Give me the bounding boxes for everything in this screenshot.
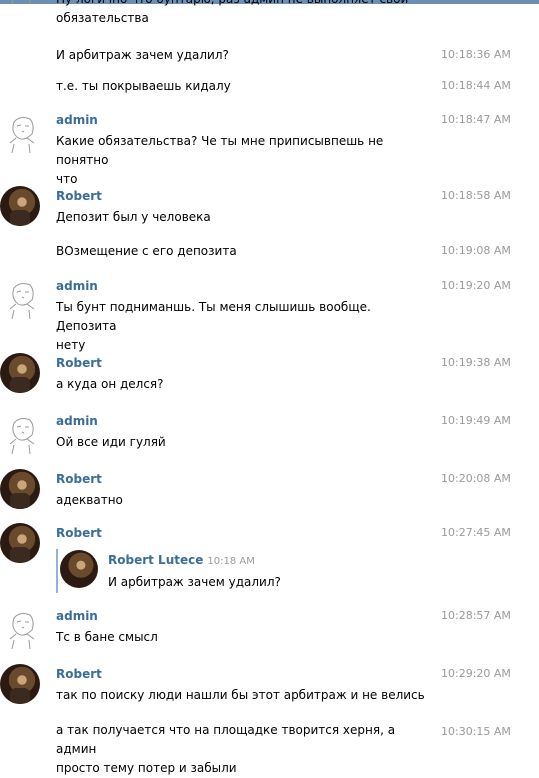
message-line: Какие обязательства? Че ты мне приписывп…	[56, 134, 384, 167]
message-text: Ты бунт подниманшь. Ты меня слышишь вооб…	[56, 298, 426, 355]
message-line: что	[56, 172, 78, 186]
sender-name[interactable]: admin	[56, 414, 98, 428]
robert-avatar[interactable]	[0, 353, 40, 393]
sender-name[interactable]: admin	[56, 609, 98, 623]
message-time: 10:20:08 AM	[441, 472, 511, 485]
message-line: обязательства	[56, 11, 149, 25]
forward-bar	[56, 549, 58, 593]
message-line: Ну логично что бунтарю, раз админ не вып…	[56, 0, 426, 9]
message-text: адекватно	[56, 493, 123, 507]
message-time: 10:18:36 AM	[441, 48, 511, 61]
message-time: 10:27:45 AM	[441, 526, 511, 539]
sender-name[interactable]: Robert	[56, 526, 102, 540]
message-time: 10:29:20 AM	[441, 667, 511, 680]
robert-avatar[interactable]	[0, 469, 40, 509]
robert-avatar[interactable]	[0, 664, 40, 704]
sender-name[interactable]: admin	[56, 113, 98, 127]
sender-name[interactable]: Robert	[56, 667, 102, 681]
message-time: 10:18:44 AM	[441, 79, 511, 92]
message-text: Ну логично что бунтарю, раз админ не вып…	[56, 0, 426, 28]
message-time: 10:19:08 AM	[441, 244, 511, 257]
robert-avatar[interactable]	[0, 186, 40, 226]
message-line: а так получается что на площадке творитс…	[56, 723, 396, 756]
message-text: а куда он делся?	[56, 377, 164, 391]
sender-name[interactable]: Robert	[56, 356, 102, 370]
sender-name[interactable]: Robert	[56, 472, 102, 486]
message-text: Какие обязательства? Че ты мне приписывп…	[56, 132, 426, 189]
message-text: Депозит был у человека	[56, 210, 211, 224]
message-time: 10:19:38 AM	[441, 356, 511, 369]
admin-avatar[interactable]	[0, 606, 40, 650]
message-text: И арбитраж зачем удалил?	[56, 48, 229, 62]
message-text: так по поиску люди нашли бы этот арбитра…	[56, 688, 425, 702]
forward-time: 10:18 AM	[207, 556, 255, 567]
message-line: нету	[56, 338, 86, 352]
forward-text: И арбитраж зачем удалил?	[108, 575, 281, 589]
sender-name[interactable]: admin	[56, 279, 98, 293]
message-time: 10:18:58 AM	[441, 189, 511, 202]
message-text: т.е. ты покрываешь кидалу	[56, 79, 231, 93]
admin-avatar[interactable]	[0, 110, 40, 154]
message-time: 10:19:49 AM	[441, 414, 511, 427]
forward-avatar[interactable]	[60, 550, 98, 588]
message-text: Тс в бане смысл	[56, 630, 158, 644]
message-time: 10:28:57 AM	[441, 609, 511, 622]
message-time: 10:18:47 AM	[441, 113, 511, 126]
message-text: ВОзмещение с его депозита	[56, 244, 237, 258]
sender-name[interactable]: Robert	[56, 189, 102, 203]
message-line: просто тему потер и забыли	[56, 761, 237, 775]
forward-sender[interactable]: Robert Lutece 10:18 AM	[108, 553, 255, 567]
admin-avatar[interactable]	[0, 276, 40, 320]
forward-sender-name: Robert Lutece	[108, 553, 204, 567]
message-time: 10:30:15 AM	[441, 725, 511, 738]
message-text: Ой все иди гуляй	[56, 435, 166, 449]
message-text: а так получается что на площадке творитс…	[56, 721, 426, 778]
admin-avatar[interactable]	[0, 0, 40, 5]
message-line: Ты бунт подниманшь. Ты меня слышишь вооб…	[56, 300, 371, 333]
forwarded-message[interactable]: Robert Lutece 10:18 AM И арбитраж зачем у…	[0, 547, 539, 595]
admin-avatar[interactable]	[0, 411, 40, 455]
message-time: 10:19:20 AM	[441, 279, 511, 292]
